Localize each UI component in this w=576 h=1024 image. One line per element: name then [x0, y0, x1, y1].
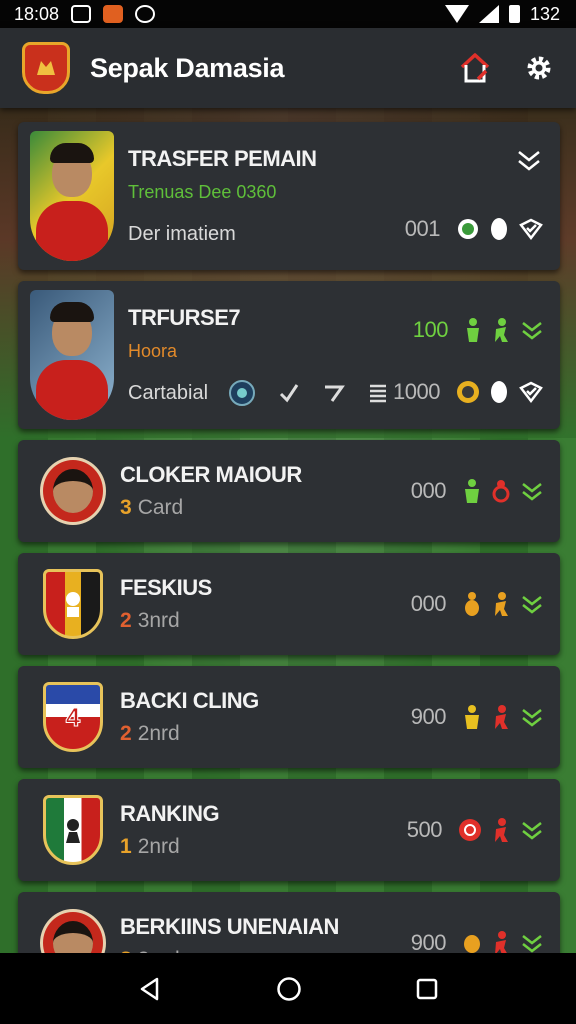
recents-square-icon[interactable]: [415, 977, 439, 1001]
card-cloker-maiour[interactable]: CLOKER MAIOUR 3 Card 000: [18, 440, 560, 542]
home-icon[interactable]: [458, 51, 492, 85]
card-subtitle: Hoora: [128, 341, 178, 361]
ball-white-icon: [491, 381, 507, 403]
double-check-icon[interactable]: [520, 480, 544, 502]
double-check-icon[interactable]: [520, 706, 544, 728]
battery-icon: [508, 5, 520, 23]
status-time: 18:08: [14, 3, 60, 24]
card-meta: Der imatiem: [128, 223, 236, 245]
player-orange-icon: [465, 592, 479, 616]
shield-club-badge-icon: [40, 794, 106, 866]
card-feskius[interactable]: FESKIUS 2 3nrd 000: [18, 553, 560, 655]
card-title: RANKING: [120, 801, 220, 826]
ball-green-icon: [458, 219, 478, 239]
double-check-icon[interactable]: [520, 319, 544, 341]
player-running-red-icon: [495, 705, 508, 729]
round-club-badge-icon: [40, 455, 106, 527]
system-navigation-bar: [0, 953, 576, 1024]
double-check-icon[interactable]: [520, 819, 544, 841]
camera-icon[interactable]: [228, 379, 256, 407]
player-green-icon: [465, 479, 479, 503]
double-check-icon[interactable]: [520, 593, 544, 615]
menu-card-list: TRASFER PEMAIN Trenuas Dee 0360 Der imat…: [18, 122, 560, 1005]
shield-club-badge-icon: 4: [40, 681, 106, 753]
player-green-icon: [467, 318, 479, 342]
card-number-secondary: 1000: [393, 379, 440, 404]
player-portrait: [30, 290, 114, 420]
card-number: 000: [410, 591, 447, 616]
card-rank: 2 3nrd: [120, 609, 180, 632]
coin-icon: [457, 381, 479, 403]
card-trfurse7[interactable]: TRFURSE7 Hoora Cartabial 100 1000: [18, 281, 560, 429]
signal-icon: [478, 5, 499, 23]
card-number: 900: [410, 704, 447, 729]
card-number: 000: [410, 478, 447, 503]
player-running-icon: [495, 318, 508, 342]
app-title: Sepak Damasia: [90, 52, 285, 83]
battery-level: 132: [529, 3, 560, 24]
settings-gear-icon[interactable]: [524, 53, 554, 83]
check-icon[interactable]: [278, 382, 300, 404]
card-title: TRASFER PEMAIN: [128, 146, 317, 171]
player-running-red-icon: [495, 818, 508, 842]
card-number: 100: [412, 317, 449, 342]
club-logo-icon: [22, 42, 70, 94]
card-title: BACKI CLING: [120, 688, 259, 713]
home-circle-icon[interactable]: [276, 976, 302, 1002]
arrow-icon[interactable]: [322, 382, 346, 404]
app-bar: Sepak Damasia: [0, 28, 576, 108]
player-yellow-icon: [465, 705, 479, 729]
card-title: CLOKER MAIOUR: [120, 462, 302, 487]
card-backi-cling[interactable]: 4 BACKI CLING 2 2nrd 900: [18, 666, 560, 768]
notification-gallery-icon: [71, 5, 92, 23]
player-red-icon: [492, 480, 510, 503]
shield-club-badge-icon: [40, 568, 106, 640]
ball-white-icon: [491, 218, 507, 240]
back-icon[interactable]: [137, 976, 163, 1002]
card-transfer-pemain[interactable]: TRASFER PEMAIN Trenuas Dee 0360 Der imat…: [18, 122, 560, 270]
notification-app-icon: [103, 5, 124, 23]
card-rank: 3 Card: [120, 496, 184, 519]
shield-check-icon[interactable]: [518, 380, 544, 404]
card-meta: Cartabial: [128, 382, 209, 404]
card-toolbar: [228, 379, 388, 407]
card-number: 001: [404, 216, 441, 241]
player-portrait: [30, 131, 114, 261]
card-title: TRFURSE7: [128, 305, 241, 330]
card-rank: 1 2nrd: [120, 835, 180, 858]
card-title: FESKIUS: [120, 575, 212, 600]
double-check-icon[interactable]: [520, 932, 544, 954]
player-running-icon: [495, 592, 508, 616]
card-ranking[interactable]: RANKING 1 2nrd 500: [18, 779, 560, 881]
card-subtitle: Trenuas Dee 0360: [128, 182, 277, 202]
menu-lines-icon[interactable]: [368, 382, 388, 404]
card-rank: 2 2nrd: [120, 722, 180, 745]
wifi-icon: [444, 5, 469, 23]
chevron-down-icon[interactable]: [516, 148, 542, 174]
card-number: 500: [406, 817, 443, 842]
shield-check-icon[interactable]: [518, 217, 544, 241]
ball-red-icon: [459, 819, 481, 841]
status-bar: 18:08 132: [0, 0, 576, 28]
notification-sync-icon: [135, 5, 156, 23]
card-title: BERKIINS UNENAIAN: [120, 914, 339, 939]
